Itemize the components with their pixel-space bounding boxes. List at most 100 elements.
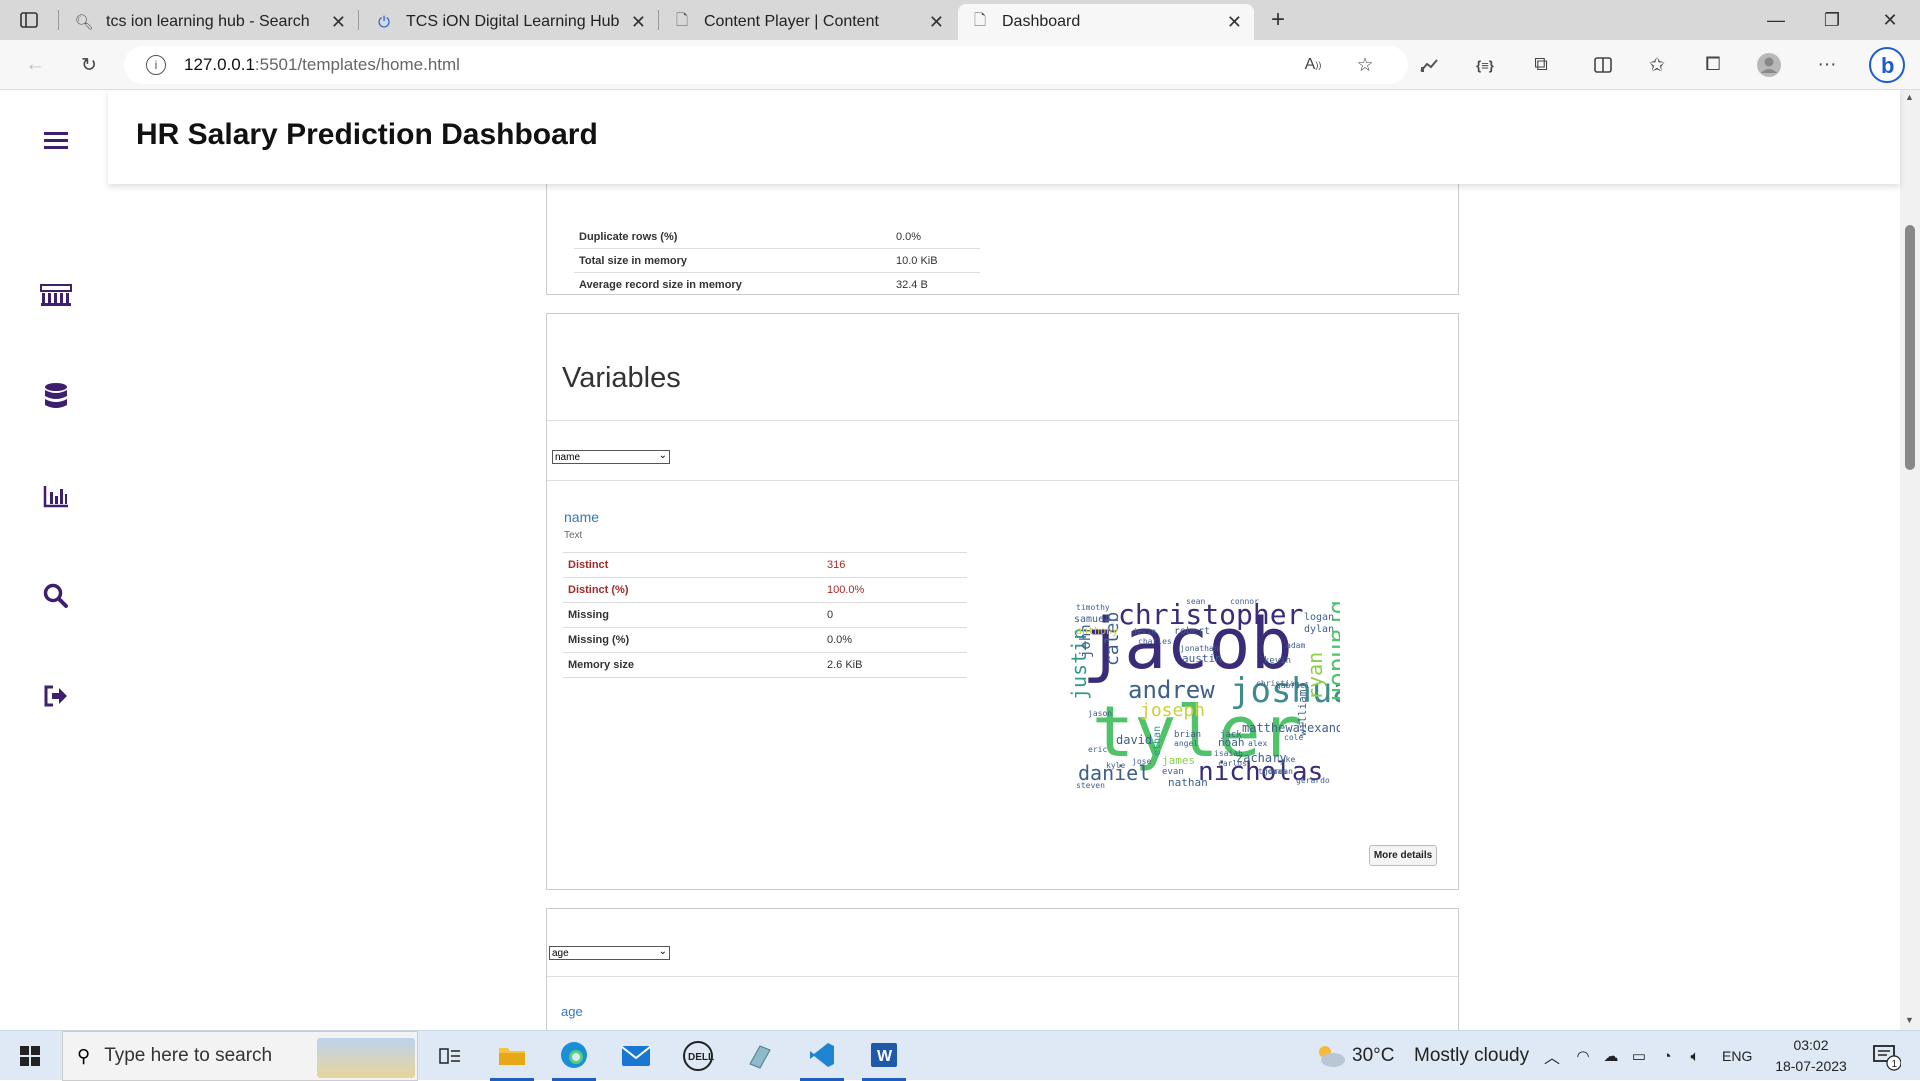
wifi-icon[interactable]: ◔ (1654, 1031, 1680, 1081)
tab-actions-icon[interactable] (14, 5, 44, 35)
search-icon: 🔍︎ (74, 14, 94, 31)
wordcloud-word: james (1162, 754, 1195, 767)
row-value: 0.0% (827, 634, 853, 646)
star-icon[interactable]: ☆ (1350, 50, 1380, 80)
tab-title: Content Player | Content (704, 13, 879, 30)
variables-card: Variables name ⌄ name Text Distinct 316 Di… (546, 313, 1459, 890)
language-indicator[interactable]: ENG (1722, 1031, 1752, 1081)
clock[interactable]: 03:02 18-07-2023 (1770, 1035, 1852, 1077)
row-key: Distinct (%) (568, 584, 629, 596)
select-value: age (552, 947, 569, 959)
variable-name-link[interactable]: name (564, 509, 599, 525)
favorites-icon[interactable]: ✩ (1642, 50, 1672, 80)
tab-content-player[interactable]: 🗋 Content Player | Content ✕ (660, 4, 956, 40)
task-view-icon[interactable] (432, 1031, 468, 1081)
extensions-icon[interactable]: ⧉ (1526, 50, 1556, 80)
wordcloud-word: adam (1286, 641, 1305, 650)
profile-icon[interactable] (1754, 50, 1784, 80)
performance-icon[interactable] (1414, 50, 1444, 80)
url-path: :5501/templates/home.html (254, 55, 460, 74)
split-screen-icon[interactable] (1588, 50, 1618, 80)
close-window-button[interactable]: ✕ (1862, 0, 1918, 40)
tab-title: TCS iON Digital Learning Hub (406, 13, 620, 30)
close-icon[interactable]: ✕ (929, 12, 944, 33)
onedrive-icon[interactable]: ☁ (1598, 1031, 1624, 1081)
wordcloud-word: robert (1174, 626, 1210, 637)
minimize-button[interactable]: — (1748, 0, 1804, 40)
back-icon[interactable]: ← (20, 50, 50, 80)
database-icon[interactable] (36, 376, 76, 416)
wordcloud-word: samuel (1074, 614, 1110, 625)
mail-icon[interactable] (614, 1031, 658, 1081)
logout-icon[interactable] (36, 676, 76, 716)
battery-icon[interactable]: ▭ (1626, 1031, 1652, 1081)
close-icon[interactable]: ✕ (331, 12, 346, 33)
table-row: Duplicate rows (%) 0.0% (574, 225, 980, 249)
refresh-icon[interactable]: ↻ (74, 50, 104, 80)
hamburger-menu-icon[interactable] (36, 120, 76, 160)
more-menu-icon[interactable]: ··· (1812, 50, 1842, 80)
word-icon[interactable]: W (862, 1031, 906, 1081)
wordcloud-word: nathan (1168, 776, 1208, 788)
vscode-icon[interactable] (800, 1031, 844, 1081)
scroll-up-icon[interactable]: ▲ (1905, 92, 1914, 102)
volume-icon[interactable]: 🔈︎ (1682, 1031, 1708, 1081)
scroll-down-icon[interactable]: ▼ (1905, 1015, 1914, 1025)
wordcloud-word: kevin (1264, 656, 1291, 666)
weather-description[interactable]: Mostly cloudy (1414, 1031, 1529, 1081)
search-placeholder: Type here to search (104, 1045, 273, 1066)
restore-button[interactable]: ❐ (1804, 0, 1860, 40)
bing-copilot-icon[interactable]: b (1868, 46, 1906, 84)
variable-select[interactable]: name ⌄ (552, 450, 670, 464)
weather-temp[interactable]: 30°C (1352, 1031, 1394, 1081)
variable-select[interactable]: age ⌄ (549, 946, 670, 960)
collections-icon[interactable]: ⧠ (1698, 50, 1728, 80)
address-bar: ← ↻ i 127.0.0.1:5501/templates/home.html… (0, 40, 1920, 90)
new-tab-button[interactable]: + (1250, 0, 1306, 40)
app-icon[interactable] (738, 1031, 782, 1081)
more-details-button[interactable]: More details (1369, 845, 1437, 866)
keyboard-icon[interactable] (36, 276, 76, 316)
windows-start-icon[interactable] (10, 1031, 50, 1081)
close-icon[interactable]: ✕ (1227, 12, 1242, 33)
weather-cloudy-icon[interactable] (1310, 1031, 1350, 1081)
tab-dashboard[interactable]: 🗋 Dashboard ✕ (958, 4, 1254, 40)
file-explorer-icon[interactable] (490, 1031, 534, 1081)
page-scrollbar[interactable]: ▲ ▼ (1900, 90, 1920, 1030)
page-title: HR Salary Prediction Dashboard (136, 118, 598, 151)
sidebar (0, 90, 108, 1030)
scrollbar-thumb[interactable] (1905, 225, 1915, 470)
edge-browser-icon[interactable] (552, 1031, 596, 1081)
wordcloud-word: steven (1076, 781, 1105, 788)
notifications-icon[interactable]: 1 (1866, 1031, 1906, 1081)
url-field[interactable]: i 127.0.0.1:5501/templates/home.html (124, 46, 1408, 84)
wordcloud-word: logan (1304, 612, 1334, 623)
table-row: Memory size 2.6 KiB (563, 653, 967, 678)
taskbar-search-input[interactable]: ⚲ Type here to search (62, 1031, 418, 1081)
notif-count: 1 (1892, 1059, 1898, 1070)
dell-icon[interactable]: DELL (676, 1031, 720, 1081)
wordcloud-word: anthony (1076, 626, 1118, 637)
network-icon[interactable]: ◠ (1570, 1031, 1596, 1081)
read-aloud-icon[interactable]: A)) (1298, 50, 1328, 80)
table-row: Missing (%) 0.0% (563, 628, 967, 653)
close-icon[interactable]: ✕ (631, 12, 646, 33)
wordcloud-word: connor (1230, 597, 1259, 606)
wordcloud-word: dylan (1304, 624, 1334, 635)
table-row: Total size in memory 10.0 KiB (574, 249, 980, 273)
chevron-down-icon: ⌄ (658, 946, 667, 957)
wordcloud-word: evan (1162, 767, 1184, 777)
variable-name-link[interactable]: age (561, 1004, 583, 1019)
tab-title: tcs ion learning hub - Search (106, 13, 310, 30)
svg-text:b: b (1881, 53, 1894, 78)
tab-search[interactable]: 🔍︎ tcs ion learning hub - Search ✕ (62, 4, 358, 40)
document-icon: 🗋 (675, 11, 689, 29)
search-icon[interactable] (36, 576, 76, 616)
power-icon: ⏻ (378, 13, 390, 31)
row-key: Average record size in memory (579, 279, 742, 291)
bar-chart-icon[interactable] (36, 476, 76, 516)
tab-tcs-ion[interactable]: ⏻ TCS iON Digital Learning Hub ✕ (362, 4, 658, 40)
wordcloud-word: jonathan (1180, 644, 1219, 653)
code-icon[interactable]: {≡} (1470, 50, 1500, 80)
chevron-up-icon[interactable]: ︿ (1540, 1031, 1564, 1081)
